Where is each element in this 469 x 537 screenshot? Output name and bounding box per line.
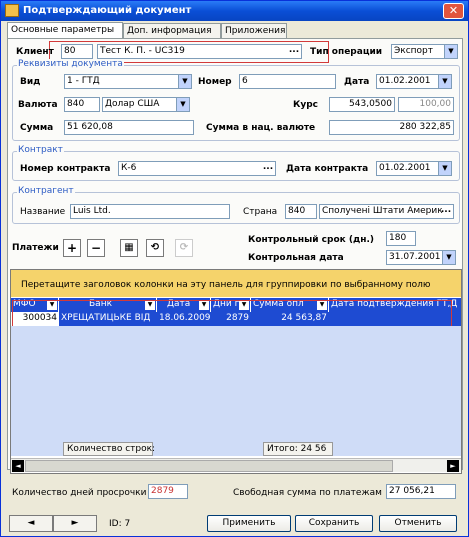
apply-button[interactable]: Применить (207, 515, 291, 532)
document-requisites-title: Реквизиты документа (17, 59, 124, 69)
close-button[interactable]: ✕ (443, 3, 464, 19)
payments-grid: Перетащите заголовок колонки на эту пане… (10, 269, 462, 474)
number-label: Номер (198, 77, 232, 87)
counterparty-name-input[interactable]: Luis Ltd. (70, 204, 230, 219)
chevron-down-icon[interactable]: ▼ (442, 251, 455, 264)
contract-title: Контракт (17, 145, 64, 155)
payments-label: Платежи (12, 243, 59, 253)
horizontal-scrollbar[interactable]: ◄ ► (11, 458, 461, 472)
overdue-days-input: 2879 (148, 484, 188, 499)
control-date-label: Контрольная дата (248, 253, 344, 263)
currency-code-input[interactable]: 840 (64, 97, 100, 112)
free-amount-label: Свободная сумма по платежам (233, 488, 382, 498)
country-lookup-button[interactable]: ... (439, 205, 453, 218)
remove-icon[interactable]: − (87, 239, 105, 257)
document-window: Подтверждающий документ ✕ Основные парам… (0, 0, 469, 537)
operation-type-label: Тип операции (310, 47, 383, 57)
total-summary: Итого: 24 56 (263, 442, 333, 456)
link-icon[interactable]: ⟲ (146, 239, 164, 257)
rate-label: Курс (293, 100, 319, 110)
scroll-right-icon[interactable]: ► (447, 460, 459, 472)
client-code-input[interactable]: 80 (61, 44, 93, 59)
next-record-button[interactable]: ► (53, 515, 97, 532)
control-date-picker[interactable]: 31.07.2001 ▼ (386, 250, 456, 265)
row-count-summary: Количество строк: (63, 442, 155, 456)
chevron-down-icon[interactable]: ▼ (438, 162, 451, 175)
tab-extra-info[interactable]: Доп. информация (123, 23, 221, 39)
counterparty-name-label: Название (20, 207, 66, 217)
add-icon[interactable]: + (63, 239, 81, 257)
kind-label: Вид (20, 77, 41, 87)
chevron-down-icon[interactable]: ▼ (438, 75, 451, 88)
contract-date-picker[interactable]: 01.02.2001 ▼ (376, 161, 452, 176)
grid-empty-area (11, 326, 461, 442)
country-code-input[interactable]: 840 (285, 204, 317, 219)
amount-national-label: Сумма в нац. валюте (206, 123, 316, 133)
number-input[interactable]: 6 (239, 74, 336, 89)
contract-number-input[interactable]: К-6 ... (118, 161, 276, 176)
record-id: ID: 7 (109, 519, 131, 529)
operation-type-select[interactable]: Экспорт ▼ (391, 44, 458, 59)
grid-footer: Количество строк: Итого: 24 56 (11, 442, 461, 456)
control-term-input[interactable]: 180 (386, 231, 416, 246)
save-button[interactable]: Сохранить (295, 515, 373, 532)
contract-date-label: Дата контракта (286, 164, 369, 174)
group-by-hint: Перетащите заголовок колонки на эту пане… (21, 280, 431, 290)
document-icon (5, 4, 19, 17)
amount-national-input: 280 322,85 (329, 120, 454, 135)
control-date-value: 31.07.2001 (389, 252, 441, 262)
contract-number-label: Номер контракта (20, 164, 111, 174)
chevron-down-icon[interactable]: ▼ (178, 75, 191, 88)
country-name-value: Сполучені Штати Америк (322, 206, 443, 216)
window-title: Подтверждающий документ (23, 5, 192, 16)
title-bar: Подтверждающий документ ✕ (1, 1, 468, 21)
country-label: Страна (243, 207, 278, 217)
counterparty-title: Контрагент (17, 186, 75, 196)
operation-type-value: Экспорт (394, 46, 434, 56)
prev-record-button[interactable]: ◄ (9, 515, 53, 532)
country-name-input[interactable]: Сполучені Штати Америк ... (319, 204, 454, 219)
unlink-icon: ⟳ (175, 239, 193, 257)
group-by-panel[interactable]: Перетащите заголовок колонки на эту пане… (11, 270, 461, 297)
amount-label: Сумма (20, 123, 54, 133)
tab-attachments[interactable]: Приложения (221, 23, 287, 39)
date-value: 01.02.2001 (379, 76, 431, 86)
scroll-left-icon[interactable]: ◄ (12, 460, 24, 472)
rate-input[interactable]: 543,0500 (329, 97, 395, 112)
free-amount-input: 27 056,21 (386, 484, 456, 499)
contract-date-value: 01.02.2001 (379, 163, 431, 173)
client-name-value: Тест К. П. - UC319 (100, 46, 185, 56)
contract-lookup-button[interactable]: ... (261, 162, 275, 175)
kind-select[interactable]: 1 - ГТД ▼ (64, 74, 192, 89)
currency-name: Долар США (105, 99, 160, 109)
cancel-button[interactable]: Отменить (379, 515, 457, 532)
client-label: Клиент (16, 47, 54, 57)
grid-select-icon[interactable]: ▦ (120, 239, 138, 257)
kind-value: 1 - ГТД (67, 76, 100, 86)
currency-label: Валюта (18, 100, 58, 110)
currency-select[interactable]: Долар США ▼ (102, 97, 190, 112)
date-picker[interactable]: 01.02.2001 ▼ (376, 74, 452, 89)
chevron-down-icon[interactable]: ▼ (176, 98, 189, 111)
chevron-down-icon[interactable]: ▼ (444, 45, 457, 58)
amount-input[interactable]: 51 620,08 (64, 120, 194, 135)
client-name-input[interactable]: Тест К. П. - UC319 ... (97, 44, 302, 59)
scroll-thumb[interactable] (25, 460, 393, 472)
control-term-label: Контрольный срок (дн.) (248, 235, 375, 245)
date-label: Дата (344, 77, 370, 87)
contract-number-value: К-6 (121, 163, 137, 173)
client-lookup-button[interactable]: ... (287, 45, 301, 58)
rate-units-input: 100,00 (398, 97, 454, 112)
tab-main-params[interactable]: Основные параметры (7, 22, 123, 39)
overdue-days-label: Количество дней просрочки (12, 488, 147, 498)
